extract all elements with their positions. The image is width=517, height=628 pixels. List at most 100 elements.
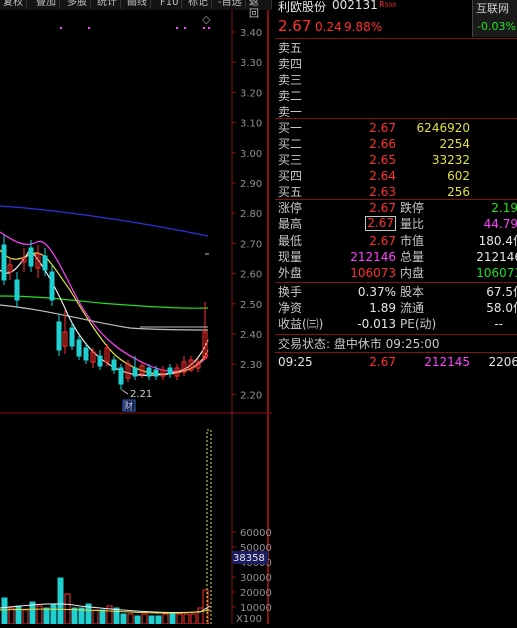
bid-label: 买二 bbox=[278, 137, 303, 151]
volume-bar bbox=[202, 589, 209, 625]
candle-body bbox=[56, 321, 62, 351]
toolbar-button[interactable]: 复权 bbox=[0, 0, 27, 9]
price-tick-label: 3.30 bbox=[240, 58, 262, 69]
volume-tick-label: 10000 bbox=[240, 603, 272, 614]
volume-bar bbox=[120, 613, 127, 625]
volume-bar bbox=[183, 613, 190, 625]
bid-volume: 602 bbox=[447, 169, 470, 183]
ask-row[interactable]: 卖一 bbox=[275, 104, 517, 120]
price-tick-label: 3.10 bbox=[240, 119, 262, 130]
volume-bar bbox=[169, 613, 176, 625]
toolbar-button[interactable]: 统计 bbox=[94, 0, 121, 9]
guben-value: 67.5亿 bbox=[486, 285, 517, 299]
event-marker-dot bbox=[203, 27, 205, 29]
ask-label: 卖一 bbox=[278, 105, 303, 119]
bid-price: 2.66 bbox=[369, 137, 396, 151]
toolbar-button[interactable]: 叠加 bbox=[33, 0, 60, 9]
trade-status-text: 交易状态: 盘中休市 09:25:00 bbox=[278, 337, 440, 351]
candle-body bbox=[111, 359, 117, 371]
volume-tick-label: 60000 bbox=[240, 528, 272, 539]
bid-label: 买三 bbox=[278, 153, 303, 167]
bid-row[interactable]: 买三 2.65 33232 bbox=[275, 152, 517, 168]
toolbar-button[interactable]: F10 bbox=[157, 0, 183, 9]
candle-body bbox=[76, 339, 82, 357]
pe-label: PE(动) bbox=[400, 317, 437, 331]
neipan-value: 106073 bbox=[476, 266, 517, 280]
volume-bar bbox=[113, 607, 120, 625]
bid-row[interactable]: 买一 2.67 6246920 bbox=[275, 120, 517, 136]
kline-svg[interactable]: 3.40 3.30 3.20 3.10 3.00 2.90 2.80 2.70 2.60 2.50… bbox=[0, 10, 272, 625]
ask-row[interactable]: 卖五 bbox=[275, 40, 517, 56]
ask-label: 卖三 bbox=[278, 73, 303, 87]
zuigao-value[interactable]: 2.67 bbox=[365, 216, 396, 231]
event-marker-dot bbox=[88, 27, 90, 29]
waipan-label: 外盘 bbox=[278, 266, 303, 280]
toolbar-button[interactable]: 标记 bbox=[185, 0, 212, 9]
price-tick-label: 2.80 bbox=[240, 209, 262, 220]
volume-bar bbox=[1, 597, 8, 625]
toolbar-button[interactable]: -自选 bbox=[215, 0, 246, 9]
event-marker-dot bbox=[208, 27, 210, 29]
toolbar-button[interactable]: 返回 bbox=[246, 0, 272, 20]
ask-row[interactable]: 卖二 bbox=[275, 88, 517, 104]
zhangting-label: 涨停 bbox=[278, 201, 303, 215]
sector-box[interactable]: 互联网 -0.03% bbox=[472, 0, 517, 37]
stats-row: 净资 1.89 流通 58.0亿 bbox=[275, 300, 517, 316]
volume-bar bbox=[134, 615, 141, 625]
tick-time: 09:25 bbox=[278, 355, 313, 369]
liangbi-value: 44.79 bbox=[483, 217, 517, 231]
price-tick-label: 2.70 bbox=[240, 239, 262, 250]
dieting-value: 2.19 bbox=[491, 201, 517, 215]
liangbi-label: 量比 bbox=[400, 217, 425, 231]
volume-bar bbox=[148, 615, 155, 625]
price-tick-label: 3.00 bbox=[240, 149, 262, 160]
toolbar-button[interactable]: 画线 bbox=[124, 0, 151, 9]
bid-row[interactable]: 买四 2.64 602 bbox=[275, 168, 517, 184]
volume-bar bbox=[127, 613, 134, 625]
bid-volume: 33232 bbox=[431, 153, 470, 167]
candle-body bbox=[146, 367, 152, 377]
volume-bar bbox=[57, 577, 64, 625]
bid-label: 买五 bbox=[278, 185, 303, 199]
jingzi-value: 1.89 bbox=[369, 301, 396, 315]
ask-label: 卖四 bbox=[278, 57, 303, 71]
low-marker-pointer bbox=[121, 389, 129, 395]
separator bbox=[275, 334, 517, 335]
stats-row: 最高 2.67 量比 44.79 bbox=[275, 216, 517, 232]
ma250-line bbox=[0, 205, 209, 237]
chart-toolbar: 复权 叠加 多股 统计 画线 F10 标记 -自选 返回 bbox=[0, 0, 272, 20]
bid-volume: 2254 bbox=[439, 137, 470, 151]
volume-bar bbox=[190, 613, 197, 625]
ask-label: 卖二 bbox=[278, 89, 303, 103]
candle-body bbox=[28, 247, 34, 267]
toolbar-button[interactable]: 多股 bbox=[64, 0, 91, 9]
volume-bar bbox=[141, 613, 148, 625]
bid-row[interactable]: 买五 2.63 256 bbox=[275, 184, 517, 200]
xianliang-value: 212146 bbox=[350, 250, 396, 264]
guben-label: 股本 bbox=[400, 285, 425, 299]
volume-bar bbox=[162, 613, 169, 625]
tick-row[interactable]: 09:25 2.67 212145 2206 bbox=[275, 354, 517, 370]
event-marker-dot bbox=[60, 27, 62, 29]
huanshou-value: 0.37% bbox=[357, 285, 396, 299]
ask-row[interactable]: 卖四 bbox=[275, 56, 517, 72]
stats-row: 涨停 2.67 跌停 2.19 bbox=[275, 200, 517, 216]
candle-body bbox=[1, 244, 7, 281]
kline-chart[interactable]: 3.40 3.30 3.20 3.10 3.00 2.90 2.80 2.70 2.60 2.50… bbox=[0, 10, 272, 625]
huanshou-label: 换手 bbox=[278, 285, 303, 299]
bid-price: 2.64 bbox=[369, 169, 396, 183]
tick-count: 2206 bbox=[488, 355, 517, 369]
candle-body bbox=[167, 367, 173, 375]
zuigao-label: 最高 bbox=[278, 217, 303, 231]
candle-body bbox=[49, 271, 55, 301]
stock-tag: R500 bbox=[379, 0, 397, 9]
quote-panel: 利欧股份 002131 R500 互联网 -0.03% 2.67 0.24 9.… bbox=[275, 0, 517, 624]
volume-unit-label: X100 bbox=[236, 614, 262, 624]
bid-price: 2.63 bbox=[369, 185, 396, 199]
finance-marker-label: 财 bbox=[124, 400, 133, 412]
bid-row[interactable]: 买二 2.66 2254 bbox=[275, 136, 517, 152]
last-price: 2.67 bbox=[278, 17, 312, 35]
volume-bar bbox=[176, 613, 183, 625]
ask-row[interactable]: 卖三 bbox=[275, 72, 517, 88]
candle-body bbox=[69, 327, 75, 347]
